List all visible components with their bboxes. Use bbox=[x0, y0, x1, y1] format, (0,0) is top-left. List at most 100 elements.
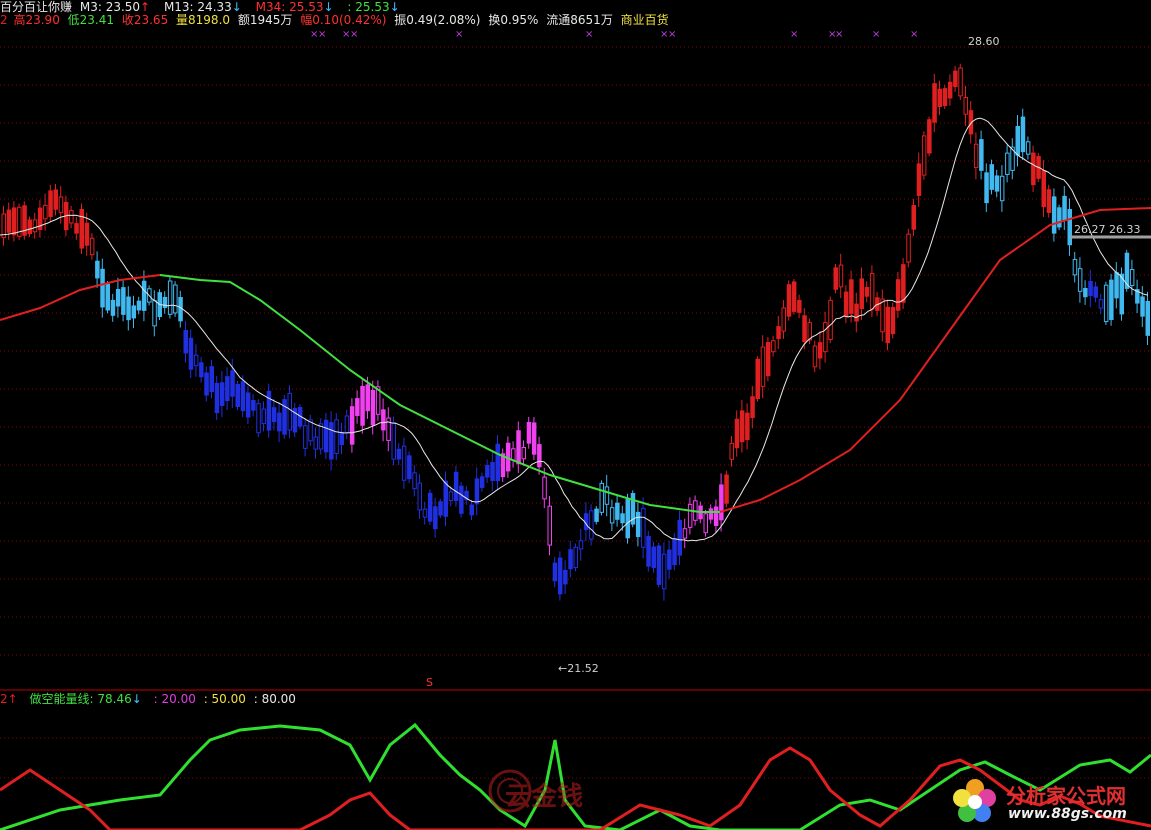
candle-body bbox=[552, 562, 558, 582]
candle-body bbox=[1114, 272, 1119, 299]
candle-body bbox=[438, 501, 443, 516]
candle-body bbox=[838, 264, 844, 288]
candle-body bbox=[1025, 141, 1031, 155]
site-logo[interactable]: 分析家公式网 www.88gs.com bbox=[950, 776, 1150, 828]
candle-body bbox=[386, 417, 391, 441]
candle-body bbox=[526, 421, 532, 444]
candle-body bbox=[79, 208, 84, 249]
candle-body bbox=[547, 505, 552, 546]
candle-body bbox=[448, 491, 454, 501]
candle-body bbox=[1057, 207, 1062, 228]
candle-body bbox=[11, 207, 17, 236]
candle-body bbox=[256, 403, 261, 434]
candle-body bbox=[209, 366, 214, 393]
candle-body bbox=[277, 412, 282, 432]
candle-body bbox=[973, 143, 979, 169]
candle-body bbox=[152, 300, 157, 327]
candle-body bbox=[69, 210, 74, 224]
level-80: : 80.00 bbox=[253, 692, 296, 706]
candle-body bbox=[963, 96, 968, 115]
indicator-name-arrow: ↓ bbox=[131, 692, 142, 706]
candle-body bbox=[958, 67, 963, 97]
candle-body bbox=[6, 209, 12, 233]
candle-body bbox=[110, 299, 116, 316]
candle-body bbox=[329, 422, 334, 460]
candle-body bbox=[797, 299, 802, 313]
candle-body bbox=[516, 430, 521, 465]
candle-body bbox=[48, 190, 53, 217]
candle-body bbox=[32, 219, 38, 233]
candle-body bbox=[391, 422, 396, 460]
candle-body bbox=[318, 423, 324, 450]
candle-body bbox=[214, 382, 220, 414]
candle-body bbox=[183, 330, 188, 354]
candle-body bbox=[1067, 209, 1072, 246]
low-price-label: ←21.52 bbox=[558, 662, 599, 675]
candle-body bbox=[1031, 152, 1036, 186]
candle-body bbox=[1005, 152, 1010, 175]
candle-body bbox=[901, 264, 906, 303]
candle-body bbox=[859, 278, 864, 310]
candle-body bbox=[755, 358, 760, 400]
candle-body bbox=[401, 445, 407, 481]
candle-body bbox=[313, 436, 318, 450]
candle-body bbox=[1140, 296, 1145, 317]
candle-body bbox=[1051, 196, 1057, 234]
candle-body bbox=[136, 300, 142, 311]
candle-body bbox=[682, 528, 688, 539]
candle-body bbox=[625, 498, 630, 539]
candle-body bbox=[786, 284, 792, 317]
candle-body bbox=[921, 135, 927, 176]
signal-x-mark: × bbox=[835, 29, 843, 40]
candle-body bbox=[204, 372, 209, 396]
candle-body bbox=[1119, 273, 1124, 315]
candle-body bbox=[261, 408, 266, 424]
candle-body bbox=[459, 485, 464, 514]
flower-logo-icon bbox=[953, 779, 996, 822]
candle-body bbox=[95, 260, 100, 279]
candle-body bbox=[890, 307, 896, 335]
candle-body bbox=[479, 476, 485, 488]
signal-x-mark: × bbox=[350, 29, 358, 40]
candle-body bbox=[105, 283, 110, 311]
candle-body bbox=[854, 303, 859, 322]
signal-x-mark: × bbox=[790, 29, 798, 40]
candle-body bbox=[303, 425, 308, 449]
candle-body bbox=[469, 504, 474, 516]
center-watermark: 云金钱 bbox=[485, 766, 635, 816]
candle-body bbox=[407, 455, 412, 480]
candle-body bbox=[578, 540, 584, 550]
candle-body bbox=[126, 296, 131, 321]
candle-body bbox=[511, 448, 516, 461]
candle-body bbox=[609, 507, 615, 524]
candle-body bbox=[53, 189, 58, 210]
candle-body bbox=[225, 376, 230, 402]
candle-body bbox=[594, 508, 599, 522]
candle-body bbox=[141, 280, 147, 311]
candle-body bbox=[833, 267, 838, 290]
candle-body bbox=[604, 486, 610, 505]
candle-body bbox=[599, 482, 604, 513]
candle-body bbox=[864, 286, 870, 297]
level-20: : 20.00 bbox=[153, 692, 196, 706]
candle-body bbox=[745, 412, 750, 441]
candle-body bbox=[843, 291, 849, 317]
candle-body bbox=[895, 279, 901, 311]
candle-body bbox=[729, 442, 734, 460]
candle-body bbox=[219, 382, 225, 406]
candle-body bbox=[781, 307, 786, 332]
candle-body bbox=[1109, 279, 1114, 320]
candle-body bbox=[916, 163, 922, 196]
signal-x-mark: × bbox=[318, 29, 326, 40]
candle-body bbox=[932, 83, 937, 123]
candle-body bbox=[131, 305, 136, 319]
candle-body bbox=[849, 279, 854, 314]
signal-x-mark: × bbox=[668, 29, 676, 40]
candle-body bbox=[235, 383, 240, 407]
candle-body bbox=[724, 474, 729, 504]
candle-body bbox=[230, 370, 235, 397]
candle-body bbox=[412, 472, 417, 490]
candle-body bbox=[162, 296, 168, 308]
candle-body bbox=[942, 88, 948, 107]
signal-x-mark: × bbox=[585, 29, 593, 40]
